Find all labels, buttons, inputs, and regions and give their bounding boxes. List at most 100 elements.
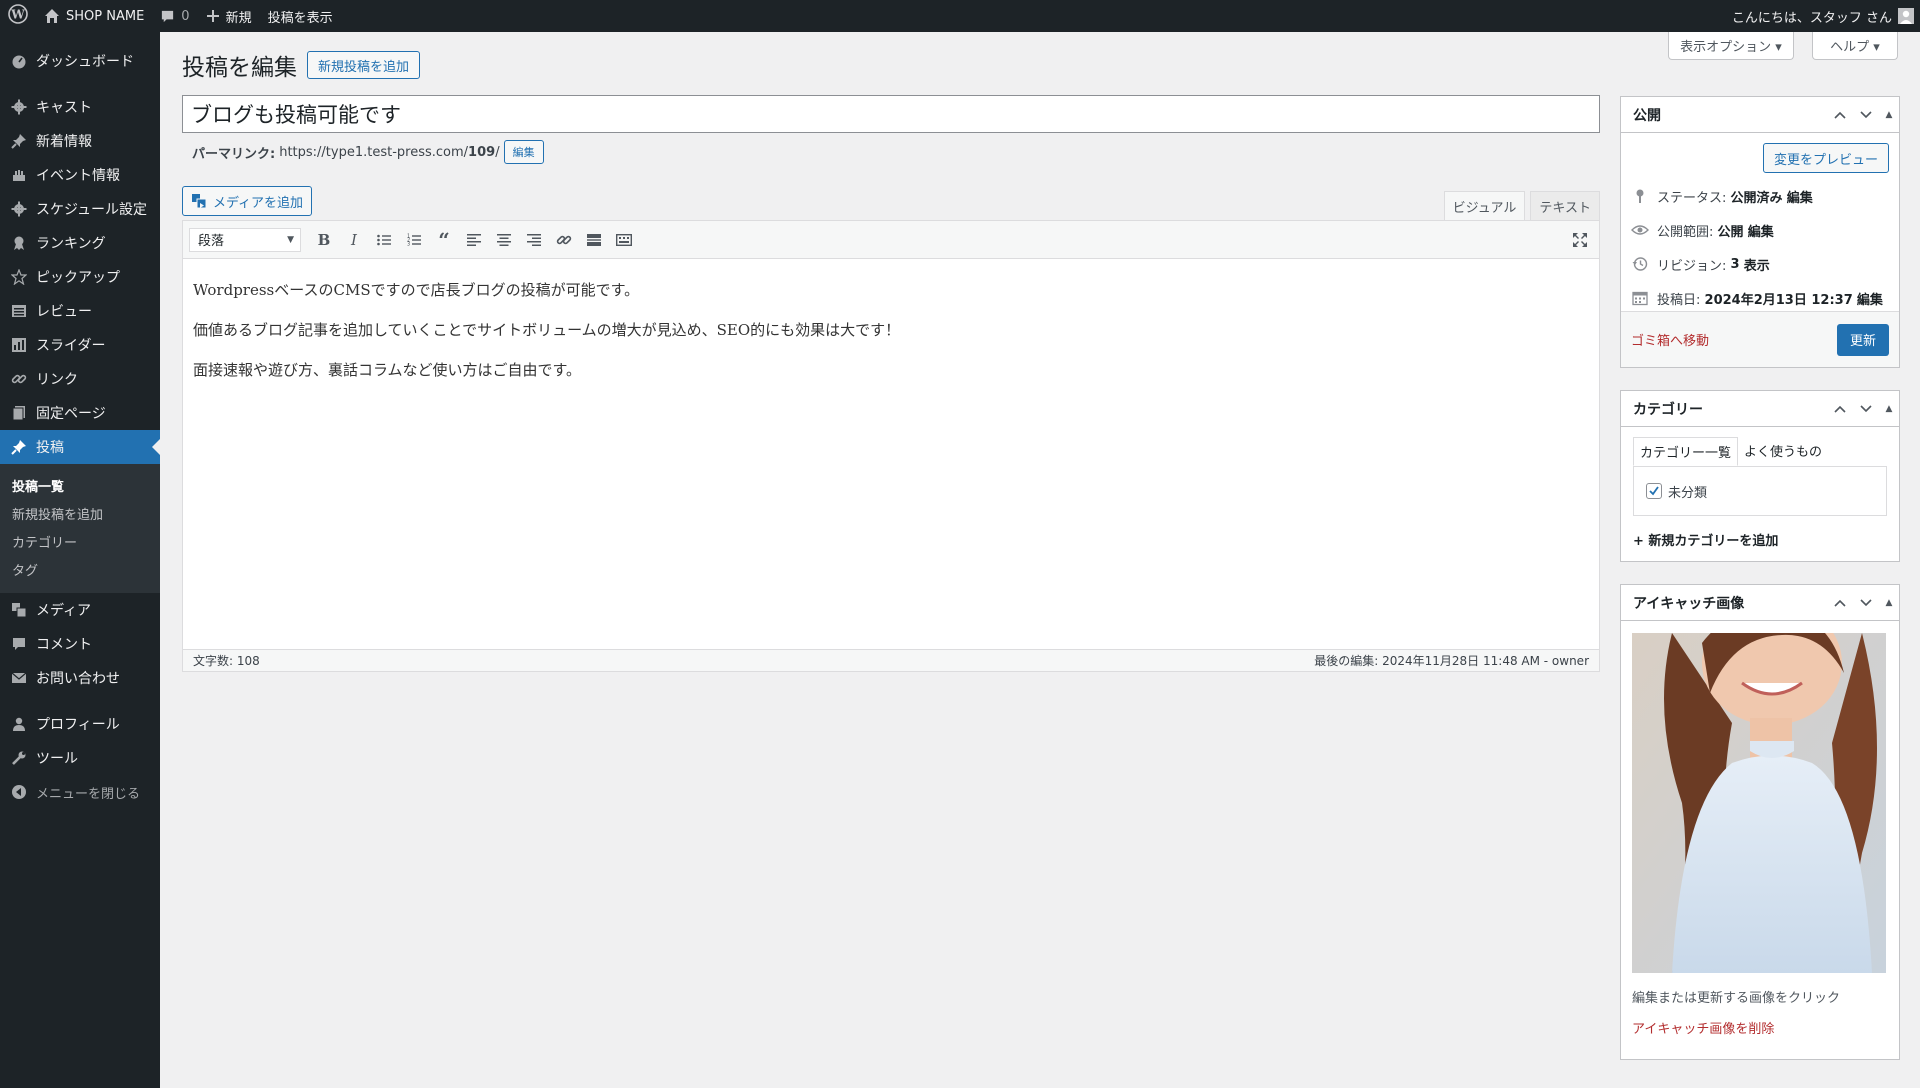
sidebar-item-slider[interactable]: スライダー <box>0 328 160 362</box>
collapse-triangle-icon[interactable]: ▲ <box>1879 585 1899 621</box>
post-title-input[interactable]: ブログも投稿可能です <box>182 95 1600 133</box>
add-new-category-link[interactable]: + 新規カテゴリーを追加 <box>1621 516 1899 563</box>
sidebar-item-media[interactable]: メディア <box>0 593 160 627</box>
category-checklist: 未分類 <box>1633 466 1887 516</box>
permalink-edit-button[interactable]: 編集 <box>503 140 544 164</box>
category-label: 未分類 <box>1668 485 1708 501</box>
sidebar-item-ranking[interactable]: ランキング <box>0 226 160 260</box>
preview-changes-button[interactable]: 変更をプレビュー <box>1763 143 1889 173</box>
move-up-icon[interactable] <box>1827 585 1853 621</box>
comments-link[interactable]: 0 <box>152 0 197 32</box>
update-button[interactable]: 更新 <box>1837 323 1889 356</box>
editor-status-bar: 文字数: 108 最後の編集: 2024年11月28日 11:48 AM - o… <box>182 649 1600 672</box>
sidebar-item-profile[interactable]: プロフィール <box>0 707 160 741</box>
insert-link-icon[interactable] <box>549 225 579 255</box>
remove-featured-image-link[interactable]: アイキャッチ画像を削除 <box>1632 1022 1774 1037</box>
collapse-triangle-icon[interactable]: ▲ <box>1879 97 1899 133</box>
screen-options-button[interactable]: 表示オプション ▾ <box>1668 32 1794 60</box>
date-edit-link[interactable]: 編集 <box>1857 289 1883 308</box>
view-post-link[interactable]: 投稿を表示 <box>260 0 341 32</box>
sidebar-item-cast[interactable]: キャスト <box>0 90 160 124</box>
sidebar-label: 投稿 <box>36 440 64 456</box>
tab-all-categories[interactable]: カテゴリー一覧 <box>1633 437 1739 466</box>
move-down-icon[interactable] <box>1853 391 1879 427</box>
visibility-edit-link[interactable]: 編集 <box>1748 221 1774 240</box>
chart-bars-icon <box>10 336 28 354</box>
sidebar-item-contact[interactable]: お問い合わせ <box>0 661 160 695</box>
collapse-menu-button[interactable]: メニューを閉じる <box>0 775 160 809</box>
sidebar-item-posts[interactable]: 投稿 <box>0 430 160 464</box>
sidebar-label: メディア <box>36 603 92 619</box>
sidebar-item-dashboard[interactable]: ダッシュボード <box>0 44 160 78</box>
publish-box-header[interactable]: 公開 ▲ <box>1621 97 1899 133</box>
move-to-trash-link[interactable]: ゴミ箱へ移動 <box>1631 330 1709 349</box>
revisions-value: 3 <box>1730 256 1740 272</box>
pushpin-icon <box>10 132 28 150</box>
read-more-icon[interactable] <box>579 225 609 255</box>
editor-content-area[interactable]: WordpressベースのCMSですので店長ブログの投稿が可能です。 価値あるブ… <box>183 259 1599 419</box>
fullscreen-icon[interactable] <box>1565 225 1595 255</box>
sidebar-item-pages[interactable]: 固定ページ <box>0 396 160 430</box>
my-account-link[interactable]: こんにちは、スタッフ さん <box>1724 0 1920 32</box>
revisions-view-link[interactable]: 表示 <box>1744 255 1770 274</box>
tab-popular-categories[interactable]: よく使うもの <box>1738 437 1828 466</box>
format-select[interactable]: 段落 ▼ <box>189 227 301 252</box>
featured-image-box-header[interactable]: アイキャッチ画像 ▲ <box>1621 585 1899 621</box>
permalink-label: パーマリンク: <box>192 146 276 162</box>
move-up-icon[interactable] <box>1827 391 1853 427</box>
sidebar-item-schedule[interactable]: スケジュール設定 <box>0 192 160 226</box>
featured-image-box: アイキャッチ画像 ▲ 編集または更新する画像をクリック アイキャッチ画像を削除 <box>1620 584 1900 1060</box>
add-new-post-button[interactable]: 新規投稿を追加 <box>307 51 420 79</box>
sidebar-label: スケジュール設定 <box>36 202 148 218</box>
bold-icon[interactable]: B <box>309 225 339 255</box>
sidebar-item-comments[interactable]: コメント <box>0 627 160 661</box>
permalink-url[interactable]: https://type1.test-press.com/109/ <box>279 145 499 160</box>
blockquote-icon[interactable]: “ <box>429 225 459 255</box>
help-button[interactable]: ヘルプ ▾ <box>1812 32 1898 60</box>
gear-icon <box>10 200 28 218</box>
align-right-icon[interactable] <box>519 225 549 255</box>
featured-image[interactable] <box>1632 633 1886 973</box>
move-down-icon[interactable] <box>1853 585 1879 621</box>
sidebar-item-tools[interactable]: ツール <box>0 741 160 775</box>
site-name: SHOP NAME <box>66 8 145 24</box>
publish-date-row: 投稿日: 2024年2月13日 12:37 編集 <box>1621 281 1899 315</box>
content-paragraph: WordpressベースのCMSですので店長ブログの投稿が可能です。 <box>193 281 640 299</box>
new-content-link[interactable]: 新規 <box>198 0 260 32</box>
editor-toolbar: 段落 ▼ B I 123 “ <box>183 221 1599 259</box>
sidebar-label: お問い合わせ <box>36 671 120 687</box>
category-checkbox[interactable] <box>1646 483 1662 499</box>
submenu-add-new-post[interactable]: 新規投稿を追加 <box>0 499 160 527</box>
publish-box-title: 公開 <box>1633 107 1661 124</box>
box-controls: ▲ <box>1827 391 1899 427</box>
featured-image-hint: 編集または更新する画像をクリック <box>1632 991 1841 1006</box>
submenu-tags[interactable]: タグ <box>0 555 160 583</box>
category-box-header[interactable]: カテゴリー ▲ <box>1621 391 1899 427</box>
move-down-icon[interactable] <box>1853 97 1879 133</box>
align-left-icon[interactable] <box>459 225 489 255</box>
sidebar-item-review[interactable]: レビュー <box>0 294 160 328</box>
site-name-link[interactable]: SHOP NAME <box>36 0 152 32</box>
status-edit-link[interactable]: 編集 <box>1787 187 1813 206</box>
sidebar-item-pickup[interactable]: ピックアップ <box>0 260 160 294</box>
sidebar-label: イベント情報 <box>36 168 120 184</box>
sidebar-item-news[interactable]: 新着情報 <box>0 124 160 158</box>
move-up-icon[interactable] <box>1827 97 1853 133</box>
bulleted-list-icon[interactable] <box>369 225 399 255</box>
italic-icon[interactable]: I <box>339 225 369 255</box>
submenu-all-posts[interactable]: 投稿一覧 <box>0 471 160 499</box>
sidebar-item-events[interactable]: イベント情報 <box>0 158 160 192</box>
visibility-label: 公開範囲: <box>1657 224 1714 240</box>
wp-logo-button[interactable]: W <box>0 0 36 32</box>
align-center-icon[interactable] <box>489 225 519 255</box>
sidebar-label: ランキング <box>36 236 106 252</box>
add-media-button[interactable]: メディアを追加 <box>182 186 312 216</box>
numbered-list-icon[interactable]: 123 <box>399 225 429 255</box>
collapse-triangle-icon[interactable]: ▲ <box>1879 391 1899 427</box>
page-icon <box>10 404 28 422</box>
toolbar-toggle-icon[interactable] <box>609 225 639 255</box>
submenu-categories[interactable]: カテゴリー <box>0 527 160 555</box>
tab-text[interactable]: テキスト <box>1530 191 1600 220</box>
sidebar-item-links[interactable]: リンク <box>0 362 160 396</box>
tab-visual[interactable]: ビジュアル <box>1443 191 1526 220</box>
